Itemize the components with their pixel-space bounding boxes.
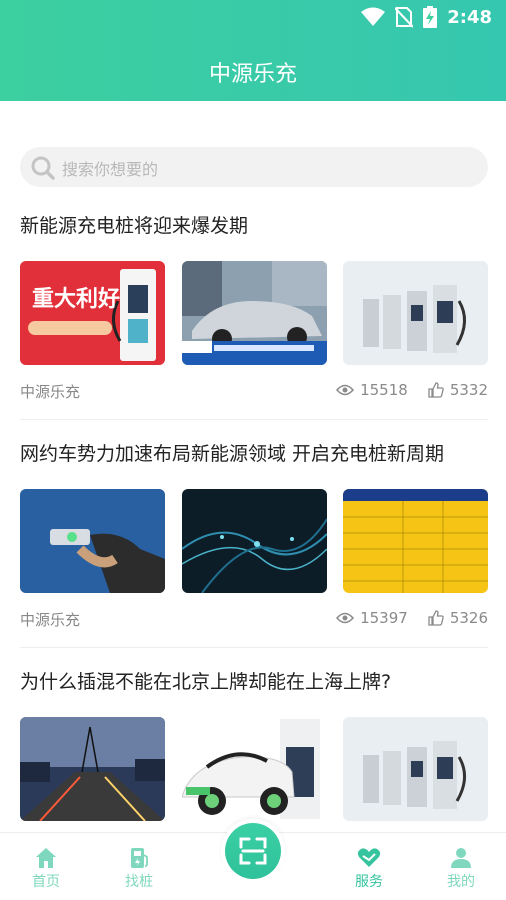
- bottom-tab-bar: 首页 找桩 服务 我的: [0, 819, 506, 900]
- article-thumbnails: [20, 489, 488, 593]
- thumbnail-network-image[interactable]: [182, 489, 327, 593]
- home-icon: [36, 848, 56, 868]
- article-meta: 中源乐充 15518 5332: [20, 373, 488, 413]
- app-root: 2:48 中源乐充 搜索你想要的 新能源充电桩将迎来爆发期 重大利好 中源乐充 …: [0, 0, 506, 900]
- thumbnail-city-night-image[interactable]: [20, 717, 165, 821]
- thumbnail-news-image[interactable]: [182, 261, 327, 365]
- user-icon: [451, 848, 471, 868]
- article-card[interactable]: 为什么插混不能在北京上牌却能在上海上牌?: [20, 667, 488, 821]
- views-stat: 15397: [336, 609, 408, 627]
- tab-label: 找桩: [125, 874, 153, 890]
- likes-count: 5326: [449, 609, 488, 627]
- article-title[interactable]: 为什么插混不能在北京上牌却能在上海上牌?: [20, 667, 488, 697]
- article-source: 中源乐充: [20, 383, 81, 401]
- article-card[interactable]: 网约车势力加速布局新能源领域 开启充电桩新周期 中源乐充 15397 5326: [20, 439, 488, 641]
- battery-charging-icon: [423, 6, 438, 28]
- thumbnail-charging-hand-image[interactable]: [20, 489, 165, 593]
- search-placeholder[interactable]: 搜索你想要的: [62, 156, 158, 180]
- status-icons: 2:48: [361, 6, 492, 28]
- views-count: 15397: [360, 609, 408, 627]
- scan-button[interactable]: [225, 823, 281, 879]
- thumbnail-promo-image[interactable]: 重大利好: [20, 261, 165, 365]
- article-title[interactable]: 网约车势力加速布局新能源领域 开启充电桩新周期: [20, 439, 488, 469]
- likes-count: 5332: [449, 381, 488, 399]
- scan-button-wrap: [221, 819, 285, 883]
- app-header: 2:48 中源乐充: [0, 0, 506, 101]
- tab-label: 首页: [32, 874, 60, 890]
- views-count: 15518: [360, 381, 408, 399]
- thumbnail-chargers-image[interactable]: [343, 261, 488, 365]
- article-stats: 15397 5326: [336, 609, 488, 627]
- views-stat: 15518: [336, 381, 408, 399]
- thumbnail-chargers-image[interactable]: [343, 717, 488, 821]
- page-title: 中源乐充: [208, 62, 297, 87]
- thumbs-up-icon: [428, 382, 444, 398]
- status-time: 2:48: [447, 6, 492, 28]
- tab-home[interactable]: 首页: [16, 847, 76, 891]
- article-thumbnails: [20, 717, 488, 821]
- promo-text: 重大利好: [32, 287, 121, 312]
- no-sim-icon: [395, 7, 414, 28]
- thumbnail-table-image[interactable]: [343, 489, 488, 593]
- eye-icon: [336, 384, 355, 396]
- search-bar[interactable]: 搜索你想要的: [20, 147, 488, 187]
- article-title[interactable]: 新能源充电桩将迎来爆发期: [20, 211, 488, 241]
- article-stats: 15518 5332: [336, 381, 488, 399]
- search-icon: [31, 156, 55, 180]
- article-card[interactable]: 新能源充电桩将迎来爆发期 重大利好 中源乐充 15518 5332: [20, 211, 488, 413]
- article-thumbnails: 重大利好: [20, 261, 488, 365]
- tab-service[interactable]: 服务: [339, 847, 399, 891]
- tab-find-charger[interactable]: 找桩: [109, 847, 169, 891]
- likes-stat[interactable]: 5332: [428, 381, 488, 399]
- service-heart-icon: [357, 848, 381, 867]
- tab-profile[interactable]: 我的: [431, 847, 491, 891]
- tab-label: 我的: [447, 874, 475, 890]
- tab-label: 服务: [355, 874, 383, 890]
- scan-icon: [239, 837, 267, 865]
- article-source: 中源乐充: [20, 611, 81, 629]
- thumbnail-car-charger-image[interactable]: [182, 717, 327, 821]
- divider: [20, 419, 488, 420]
- eye-icon: [336, 612, 355, 624]
- charging-station-icon: [131, 848, 148, 868]
- wifi-icon: [361, 7, 386, 26]
- status-bar: 2:48: [0, 0, 506, 36]
- article-meta: 中源乐充 15397 5326: [20, 601, 488, 641]
- divider: [20, 647, 488, 648]
- likes-stat[interactable]: 5326: [428, 609, 488, 627]
- thumbs-up-icon: [428, 610, 444, 626]
